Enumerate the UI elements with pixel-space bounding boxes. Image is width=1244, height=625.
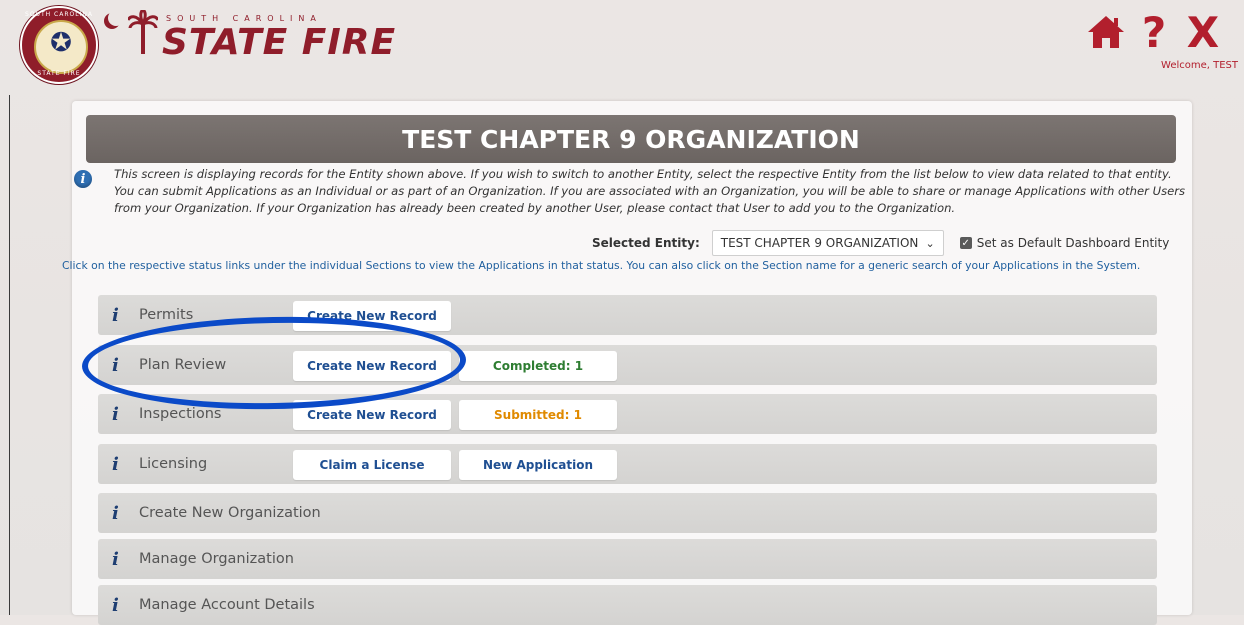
plan-review-create-new-record-button[interactable]: Create New Record (293, 351, 451, 381)
section-permits: i Permits Create New Record (98, 295, 1157, 335)
entity-select[interactable]: TEST CHAPTER 9 ORGANIZATION ⌄ (711, 230, 944, 256)
entity-select-value: TEST CHAPTER 9 ORGANIZATION (720, 236, 919, 250)
section-manage-account-details[interactable]: i Manage Account Details (98, 585, 1157, 625)
italic-i-icon[interactable]: i (112, 454, 119, 475)
section-label-create-new-organization[interactable]: Create New Organization (139, 505, 321, 521)
chevron-down-icon: ⌄ (925, 236, 935, 250)
section-label-manage-organization[interactable]: Manage Organization (139, 551, 294, 567)
info-icon: i (74, 170, 92, 188)
entity-selector-row: Selected Entity: TEST CHAPTER 9 ORGANIZA… (592, 230, 1170, 256)
italic-i-icon[interactable]: i (112, 355, 119, 376)
seal-center: ✪ (34, 20, 88, 74)
state-fire-seal-logo[interactable]: SOUTH CAROLINA ✪ STATE FIRE (20, 6, 98, 84)
italic-i-icon[interactable]: i (112, 503, 119, 524)
section-create-new-organization[interactable]: i Create New Organization (98, 493, 1157, 533)
italic-i-icon[interactable]: i (112, 595, 119, 616)
section-label-inspections[interactable]: Inspections (139, 406, 221, 422)
section-licensing: i Licensing Claim a License New Applicat… (98, 444, 1157, 484)
palmetto-tree-icon (126, 8, 160, 61)
section-manage-organization[interactable]: i Manage Organization (98, 539, 1157, 579)
plan-review-completed-link[interactable]: Completed: 1 (459, 351, 617, 381)
section-label-licensing[interactable]: Licensing (139, 456, 207, 472)
dashboard-panel: TEST CHAPTER 9 ORGANIZATION i This scree… (62, 101, 1192, 625)
claim-license-button[interactable]: Claim a License (293, 450, 451, 480)
badge-star-icon: ✪ (50, 28, 72, 58)
welcome-text: Welcome, TEST (1161, 60, 1238, 71)
status-links-note: Click on the respective status links und… (62, 259, 1141, 272)
default-entity-label: Set as Default Dashboard Entity (976, 236, 1170, 250)
section-inspections: i Inspections Create New Record Submitte… (98, 394, 1157, 434)
new-application-button[interactable]: New Application (459, 450, 617, 480)
inspections-submitted-link[interactable]: Submitted: 1 (459, 400, 617, 430)
selected-entity-label: Selected Entity: (592, 236, 700, 250)
page-title: TEST CHAPTER 9 ORGANIZATION (86, 115, 1176, 163)
italic-i-icon[interactable]: i (112, 305, 119, 326)
left-divider (9, 95, 10, 615)
site-header: SOUTH CAROLINA ✪ STATE FIRE SOUTH CAROLI… (0, 0, 1244, 95)
crescent-moon-icon (108, 10, 124, 26)
default-entity-checkbox[interactable]: ✓ Set as Default Dashboard Entity (959, 236, 1170, 250)
entity-info-text: This screen is displaying records for th… (114, 167, 1186, 215)
italic-i-icon[interactable]: i (112, 404, 119, 425)
section-label-permits[interactable]: Permits (139, 307, 193, 323)
help-icon[interactable]: ? (1134, 8, 1174, 57)
seal-text-top: SOUTH CAROLINA (25, 11, 93, 18)
section-label-manage-account-details[interactable]: Manage Account Details (139, 597, 315, 613)
seal-text-bottom: STATE FIRE (37, 70, 81, 77)
checkbox-checked-icon[interactable]: ✓ (959, 237, 972, 249)
section-label-plan-review[interactable]: Plan Review (139, 357, 226, 373)
inspections-create-new-record-button[interactable]: Create New Record (293, 400, 451, 430)
section-plan-review: i Plan Review Create New Record Complete… (98, 345, 1157, 385)
italic-i-icon[interactable]: i (112, 549, 119, 570)
home-icon[interactable] (1086, 10, 1126, 54)
close-icon[interactable]: X (1183, 8, 1223, 57)
permits-create-new-record-button[interactable]: Create New Record (293, 301, 451, 331)
brand-title[interactable]: STATE FIRE (162, 22, 396, 63)
